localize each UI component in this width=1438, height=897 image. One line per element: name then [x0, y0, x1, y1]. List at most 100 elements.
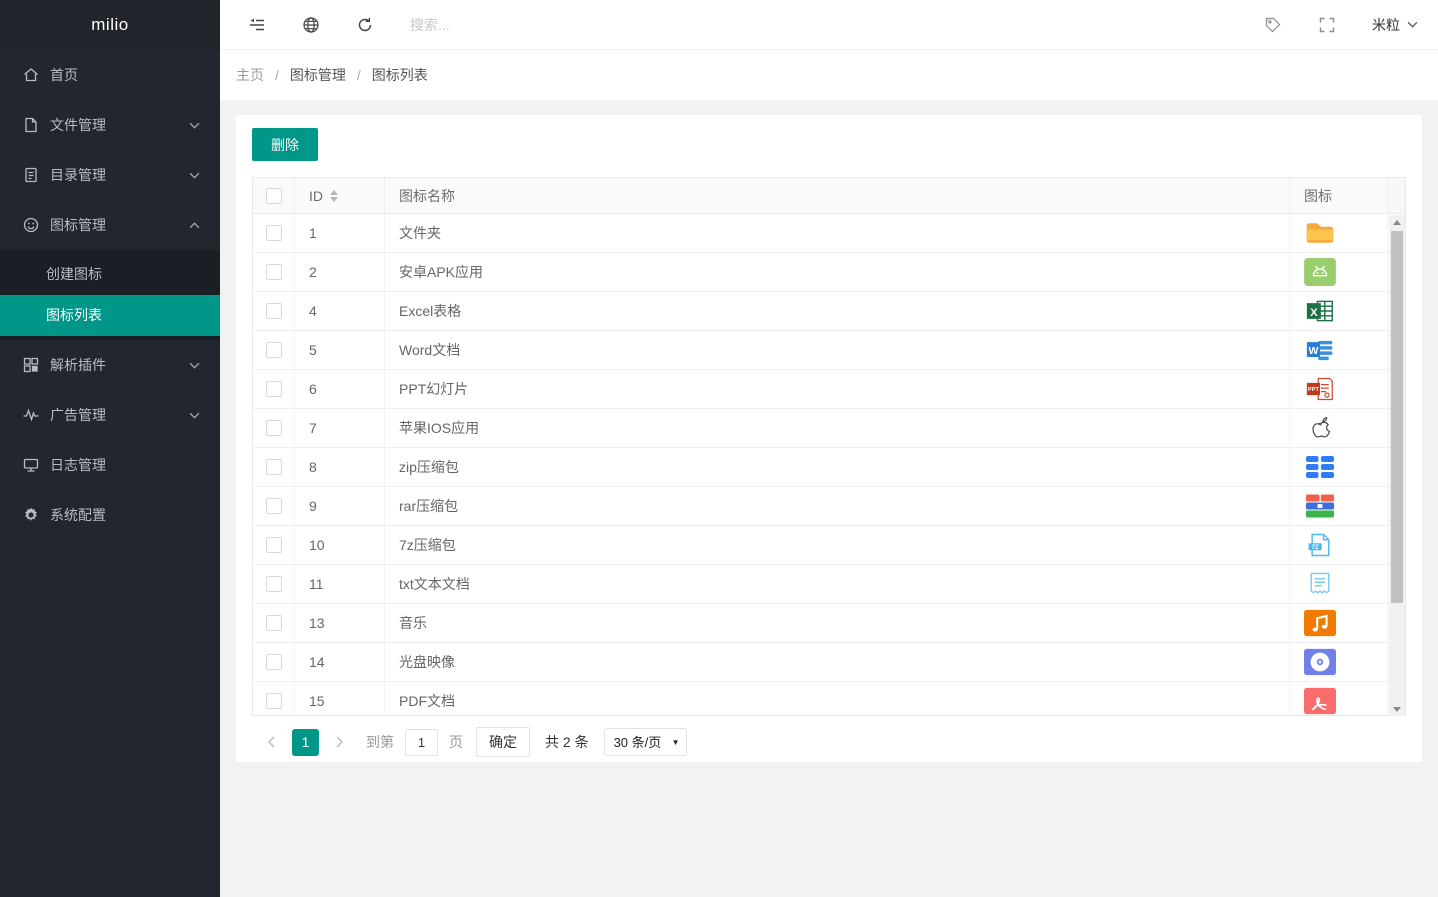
sidebar-item-ads[interactable]: 广告管理 [0, 390, 220, 440]
row-checkbox[interactable] [266, 537, 282, 553]
row-checkbox[interactable] [266, 693, 282, 709]
table-row: 5 Word文档 W [253, 331, 1405, 370]
goto-page-input[interactable] [405, 729, 438, 756]
row-checkbox[interactable] [266, 498, 282, 514]
row-checkbox[interactable] [266, 576, 282, 592]
scroll-down-icon[interactable] [1389, 702, 1405, 716]
page-size-select[interactable]: 30 条/页 [604, 728, 687, 756]
confirm-button[interactable]: 确定 [476, 727, 530, 757]
table-scrollbar[interactable] [1389, 215, 1405, 716]
sidebar: milio 首页 文件管理 目录管理 图标管理 创建图标 图标列表 解析插件 [0, 0, 220, 897]
row-checkbox[interactable] [266, 303, 282, 319]
breadcrumb-home[interactable]: 主页 [236, 65, 264, 85]
svg-text:W: W [1308, 345, 1318, 357]
collapse-sidebar-icon[interactable] [248, 16, 266, 34]
main-region: 米粒 主页 / 图标管理 / 图标列表 删除 ID [220, 0, 1438, 897]
column-header-id[interactable]: ID [295, 178, 385, 213]
table-row: 6 PPT幻灯片 PPT [253, 370, 1405, 409]
breadcrumb: 主页 / 图标管理 / 图标列表 [220, 50, 1438, 100]
file-icon [22, 116, 40, 134]
table-row: 1 文件夹 [253, 214, 1405, 253]
sidebar-item-catalog[interactable]: 目录管理 [0, 150, 220, 200]
home-icon [22, 66, 40, 84]
tag-icon[interactable] [1264, 16, 1282, 34]
row-checkbox[interactable] [266, 264, 282, 280]
scroll-up-icon[interactable] [1389, 215, 1405, 229]
page-size-select-wrap: 30 条/页 ▼ [604, 728, 687, 756]
sidebar-item-label: 首页 [50, 65, 200, 85]
gear-icon [22, 506, 40, 524]
sidebar-item-parser-plugins[interactable]: 解析插件 [0, 340, 220, 390]
row-id: 15 [295, 682, 385, 715]
row-checkbox[interactable] [266, 615, 282, 631]
chevron-down-icon [1407, 21, 1418, 28]
table-row: 11 txt文本文档 [253, 565, 1405, 604]
page-unit-label: 页 [449, 732, 463, 752]
current-page-button[interactable]: 1 [292, 729, 319, 756]
sidebar-item-icon-list[interactable]: 图标列表 [0, 295, 220, 336]
chevron-down-icon [189, 362, 200, 369]
plugin-icon [22, 356, 40, 374]
row-checkbox[interactable] [266, 459, 282, 475]
fullscreen-icon[interactable] [1318, 16, 1336, 34]
breadcrumb-current: 图标列表 [372, 65, 428, 85]
row-checkbox[interactable] [266, 654, 282, 670]
topbar: 米粒 [220, 0, 1438, 50]
svg-text:7Z: 7Z [1312, 544, 1319, 551]
row-name: 苹果IOS应用 [385, 409, 1290, 447]
android-icon [1304, 258, 1336, 286]
next-page-icon[interactable] [332, 735, 346, 749]
chevron-down-icon [189, 412, 200, 419]
prev-page-icon[interactable] [265, 735, 279, 749]
row-name: rar压缩包 [385, 487, 1290, 525]
sidebar-item-label: 系统配置 [50, 505, 200, 525]
delete-button[interactable]: 删除 [252, 128, 318, 161]
table-row: 13 音乐 [253, 604, 1405, 643]
row-id: 2 [295, 253, 385, 291]
row-checkbox[interactable] [266, 420, 282, 436]
sidebar-item-label: 文件管理 [50, 115, 189, 135]
sidebar-item-label: 目录管理 [50, 165, 189, 185]
pagination: 1 到第 页 确定 共 2 条 30 条/页 ▼ [252, 727, 1406, 757]
globe-icon[interactable] [302, 16, 320, 34]
refresh-icon[interactable] [356, 16, 374, 34]
sidebar-item-home[interactable]: 首页 [0, 50, 220, 100]
row-name: 安卓APK应用 [385, 253, 1290, 291]
table-row: 9 rar压缩包 [253, 487, 1405, 526]
breadcrumb-separator: / [275, 67, 279, 83]
row-checkbox[interactable] [266, 381, 282, 397]
row-id: 11 [295, 565, 385, 603]
row-id: 4 [295, 292, 385, 330]
sidebar-item-create-icon[interactable]: 创建图标 [0, 254, 220, 295]
sidebar-item-icons[interactable]: 图标管理 [0, 200, 220, 250]
table-row: 8 zip压缩包 [253, 448, 1405, 487]
row-id: 7 [295, 409, 385, 447]
sidebar-item-files[interactable]: 文件管理 [0, 100, 220, 150]
icon-table: ID 图标名称 图标 1 文件夹 2 安卓APK应用 4 Excel表格 [252, 177, 1406, 716]
user-dropdown[interactable]: 米粒 [1372, 15, 1418, 35]
select-all-checkbox[interactable] [266, 188, 282, 204]
row-checkbox[interactable] [266, 225, 282, 241]
app-root: milio 首页 文件管理 目录管理 图标管理 创建图标 图标列表 解析插件 [0, 0, 1438, 897]
breadcrumb-section: 图标管理 [290, 65, 346, 85]
word-icon: W [1304, 336, 1336, 364]
sidebar-item-system-config[interactable]: 系统配置 [0, 490, 220, 540]
excel-icon: X [1304, 297, 1336, 325]
scrollbar-thumb[interactable] [1391, 231, 1403, 603]
row-id: 1 [295, 214, 385, 252]
column-header-name: 图标名称 [385, 178, 1290, 213]
row-name: 7z压缩包 [385, 526, 1290, 564]
rar-icon [1304, 492, 1336, 520]
row-checkbox[interactable] [266, 342, 282, 358]
svg-text:X: X [1310, 307, 1318, 319]
sidebar-item-logs[interactable]: 日志管理 [0, 440, 220, 490]
catalog-icon [22, 166, 40, 184]
table-header: ID 图标名称 图标 [253, 178, 1405, 214]
sort-icon[interactable] [330, 190, 338, 202]
pulse-icon [22, 406, 40, 424]
row-name: Excel表格 [385, 292, 1290, 330]
search-input[interactable] [410, 17, 630, 33]
table-row: 2 安卓APK应用 [253, 253, 1405, 292]
sidebar-item-label: 广告管理 [50, 405, 189, 425]
row-name: txt文本文档 [385, 565, 1290, 603]
